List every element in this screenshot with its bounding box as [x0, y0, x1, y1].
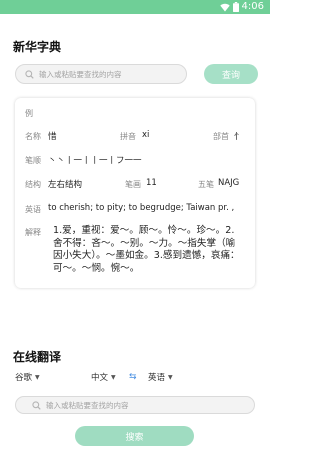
example-label: 例: [25, 109, 33, 118]
status-bar: 4:06: [0, 0, 270, 14]
structure-label: 结构: [25, 180, 41, 189]
search-icon: [25, 69, 34, 79]
wifi-icon: [219, 3, 230, 11]
battery-icon: [232, 2, 239, 12]
radical-value: 忄: [234, 132, 243, 142]
pinyin-value: xi: [142, 130, 150, 140]
dictionary-title: 新华字典: [13, 40, 62, 54]
chevron-down-icon: ▼: [111, 373, 116, 381]
dictionary-result-card: 例 名称 惜 拼音 xi 部首 忄 笔顺 丶丶丨一丨丨一丨フ一一 结构 左右结构…: [15, 98, 255, 288]
name-label: 名称: [25, 132, 41, 141]
dictionary-search-input[interactable]: 输入或粘贴要查找的内容: [15, 64, 187, 84]
explain-label: 解释: [25, 228, 41, 237]
source-language-value: 中文: [91, 373, 109, 383]
source-language-select[interactable]: 中文 ▼: [91, 371, 116, 383]
name-value: 惜: [48, 132, 57, 142]
chevron-down-icon: ▼: [168, 373, 173, 381]
target-language-value: 英语: [148, 373, 166, 383]
status-icons: 4:06: [219, 1, 264, 13]
target-language-select[interactable]: 英语 ▼: [148, 371, 173, 383]
stroke-count-label: 笔画: [125, 180, 141, 189]
dictionary-search-placeholder: 输入或粘贴要查找的内容: [39, 69, 122, 79]
search-button[interactable]: 搜索: [75, 426, 194, 446]
engine-value: 谷歌: [15, 373, 33, 383]
wubi-value: NAJG: [218, 178, 240, 188]
stroke-count-value: 11: [146, 178, 157, 188]
stroke-order-label: 笔顺: [25, 156, 41, 165]
explain-value: 1.爱，重视：爱～。顾～。怜～。珍～。2.舍不得：吝～。～别。～力。～指失掌（喻…: [53, 225, 240, 274]
dictionary-search-row: 输入或粘贴要查找的内容 查询: [15, 64, 258, 84]
pinyin-label: 拼音: [120, 132, 136, 141]
chevron-down-icon: ▼: [35, 373, 40, 381]
translate-input[interactable]: 输入或粘贴要查找的内容: [15, 396, 255, 414]
swap-languages-icon[interactable]: ⇆: [129, 372, 137, 382]
structure-value: 左右结构: [48, 180, 83, 190]
radical-label: 部首: [213, 132, 229, 141]
engine-select[interactable]: 谷歌 ▼: [15, 371, 40, 383]
wubi-label: 五笔: [198, 180, 214, 189]
translate-title: 在线翻译: [13, 350, 62, 364]
search-icon: [32, 400, 41, 410]
translate-input-placeholder: 输入或粘贴要查找的内容: [46, 400, 129, 410]
stroke-order-value: 丶丶丨一丨丨一丨フ一一: [48, 156, 142, 166]
status-time: 4:06: [241, 1, 264, 12]
english-value: to cherish; to pity; to begrudge; Taiwan…: [48, 203, 235, 213]
query-button[interactable]: 查询: [204, 64, 258, 84]
english-label: 英语: [25, 205, 41, 214]
